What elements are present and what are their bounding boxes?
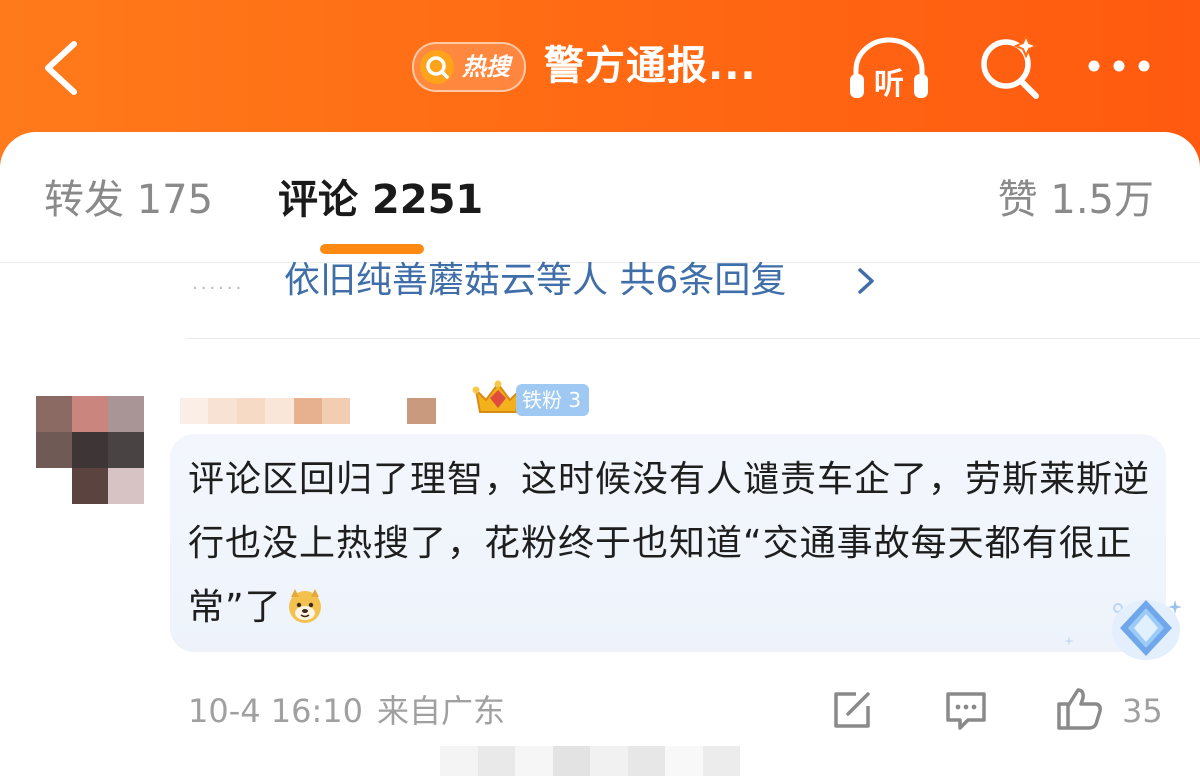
headphones-icon: 听: [850, 37, 928, 102]
comment-text: 评论区回归了理智，这时候没有人谴责车企了，劳斯莱斯逆行也没上热搜了，花粉终于也知…: [188, 459, 1151, 628]
tab-comment[interactable]: 评论 2251: [278, 170, 483, 230]
fan-badge: 铁粉 3: [516, 384, 590, 416]
username[interactable]: [180, 398, 465, 424]
tab-like[interactable]: 赞 1.5万: [998, 170, 1154, 230]
reply-dots: ······: [192, 278, 245, 299]
active-tab-indicator: [320, 244, 424, 254]
more-horizontal-icon: [1088, 60, 1150, 72]
thumbs-up-icon: [1057, 688, 1102, 730]
search-sparkle-icon: [981, 33, 1039, 99]
comment-icon: [946, 692, 986, 730]
listen-label: 听: [874, 67, 904, 100]
replies-text: 依旧纯善蘑菇云等人 共6条回复: [284, 260, 787, 301]
more-button[interactable]: [1084, 56, 1154, 76]
tab-repost[interactable]: 转发 175: [44, 170, 213, 230]
like-count: 35: [1122, 692, 1163, 730]
divider: [186, 338, 1200, 339]
like-button[interactable]: [1056, 684, 1104, 732]
tab-bar: 转发 175 评论 2251 赞 1.5万: [0, 132, 1200, 263]
chevron-left-icon: [45, 41, 77, 95]
view-replies-link[interactable]: ······ 依旧纯善蘑菇云等人 共6条回复: [190, 254, 1090, 304]
comment-bubble: 评论区回归了理智，这时候没有人谴责车企了，劳斯莱斯逆行也没上热搜了，花粉终于也知…: [170, 434, 1166, 652]
back-button[interactable]: [36, 36, 96, 96]
comment-time: 10-4 16:10: [188, 692, 364, 730]
page-title: 警方通报...: [544, 43, 757, 89]
sparkle-icon: [1064, 636, 1074, 646]
doge-emoji-icon: [288, 589, 321, 623]
blurred-content: [440, 746, 740, 776]
listen-button[interactable]: 听: [846, 36, 932, 102]
search-button[interactable]: [976, 30, 1042, 100]
chevron-right-icon: [858, 268, 874, 294]
comment-panel: 转发 175 评论 2251 赞 1.5万 ······ 依旧纯善蘑菇云等人 共…: [0, 132, 1200, 779]
share-button[interactable]: [830, 688, 874, 732]
search-icon: [420, 50, 454, 84]
hot-search-label: 热搜: [462, 53, 510, 81]
comment-location: 来自广东: [377, 692, 506, 730]
reply-button[interactable]: [944, 688, 988, 732]
avatar[interactable]: [36, 396, 144, 504]
comment-meta: 10-4 16:10 来自广东: [188, 684, 519, 738]
hot-search-tag[interactable]: 热搜: [412, 42, 526, 92]
comment-content: 评论区回归了理智，这时候没有人谴责车企了，劳斯莱斯逆行也没上热搜了，花粉终于也知…: [188, 448, 1160, 640]
share-edit-icon: [834, 692, 870, 728]
diamond-icon: [1112, 600, 1180, 660]
